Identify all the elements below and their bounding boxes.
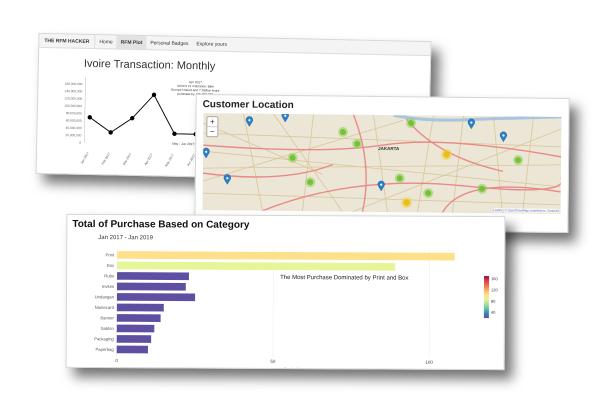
category-label: Box	[107, 263, 115, 268]
category-chart-subtitle: Jan 2017 - Jan 2019	[98, 235, 154, 242]
location-pin-icon	[202, 147, 210, 159]
y-tick-label: 20,000,000	[65, 133, 81, 137]
y-tick-label: 140,000,000	[65, 89, 83, 93]
zoom-out-button[interactable]: −	[207, 126, 218, 137]
category-bar	[117, 261, 396, 271]
category-label: Print	[106, 252, 115, 257]
zoom-in-button[interactable]: +	[207, 117, 217, 126]
map-street	[452, 115, 464, 213]
category-label: Sablon	[101, 326, 115, 331]
zoom-control: + −	[206, 116, 219, 138]
x-tick-label: May 2017	[164, 153, 175, 167]
nav-home[interactable]: Home	[95, 35, 117, 48]
nav-brand[interactable]: THE RFM HACKER	[39, 33, 96, 49]
y-tick-label: 80,000,000	[66, 111, 82, 115]
purchase-category-card: 0 50 100 Print Box Rubs Invites Undangan Namecar…	[65, 213, 506, 371]
category-bar	[116, 314, 161, 322]
category-bar	[116, 293, 196, 302]
map-street	[202, 192, 561, 206]
x-tick-label: 100	[425, 360, 433, 365]
category-chart-title: Total of Purchase Based on Category	[72, 218, 250, 231]
y-tick-label: 100,000,000	[64, 104, 82, 108]
x-axis-label: Total of Purchasing	[284, 367, 323, 369]
map-attribution[interactable]: Leaflet | © OpenStreetMap contributors, …	[493, 208, 559, 213]
category-bar	[116, 303, 164, 312]
nav-personal-badges[interactable]: Personal Badges	[146, 36, 192, 50]
y-tick-label: 160,000,000	[65, 82, 83, 86]
category-label: Banner	[100, 315, 114, 320]
top-navbar: THE RFM HACKER Home RFM Plot Personal Ba…	[39, 33, 431, 57]
colorbar-tick-label: 40	[491, 310, 496, 315]
y-tick-label: 0	[79, 141, 81, 145]
category-bar	[117, 282, 186, 291]
map-street	[417, 115, 434, 213]
y-tick-label: 120,000,000	[64, 96, 82, 100]
colorbar	[483, 276, 490, 319]
location-pin-icon	[223, 174, 231, 185]
category-bar	[116, 335, 152, 343]
map-title: Customer Location	[202, 99, 294, 112]
y-tick-label: 60,000,000	[66, 118, 82, 122]
map-city-label: JAKARTA	[378, 146, 400, 151]
x-tick-label: 50	[270, 359, 276, 364]
map-highway	[352, 114, 367, 212]
nav-rfm-plot[interactable]: RFM Plot	[116, 35, 147, 50]
category-bar	[117, 251, 455, 261]
location-pin-icon	[281, 113, 289, 123]
category-label: Namecard	[95, 305, 115, 310]
category-bar	[117, 272, 189, 281]
nav-explore-yours[interactable]: Explore yours	[192, 37, 231, 51]
category-label: Packaging	[94, 336, 114, 341]
colorbar-tick-label: 160	[491, 276, 498, 281]
category-label: Rubs	[104, 273, 114, 278]
colorbar-tick-label: 80	[491, 299, 496, 304]
map-street	[243, 113, 263, 211]
map-street	[202, 164, 561, 169]
customer-map[interactable]: JAKARTA + − Leaflet | © OpenStreetMap co…	[202, 113, 562, 214]
customer-location-card: Customer Location JAKARTA + − Leaflet | …	[194, 94, 570, 233]
category-bar	[116, 324, 155, 333]
location-pin-icon	[499, 131, 508, 143]
location-pin-icon	[377, 180, 385, 192]
map-highway	[202, 163, 334, 178]
colorbar-tick-label: 120	[491, 287, 498, 292]
x-tick-label: Jan 2017	[80, 151, 90, 164]
x-tick-label: Feb 2017	[101, 152, 112, 166]
location-pin-icon	[467, 118, 475, 130]
map-street	[373, 114, 388, 213]
location-pin-icon	[245, 116, 253, 127]
category-label: Invites	[102, 284, 114, 289]
map-street	[493, 116, 503, 214]
x-tick-label: 0	[115, 358, 118, 363]
map-coast	[393, 113, 562, 122]
transaction-point	[172, 131, 177, 136]
y-tick-label: 40,000,000	[66, 126, 82, 130]
x-tick-label: Apr 2017	[143, 153, 153, 166]
category-label: Undangan	[95, 294, 115, 299]
category-chart-annotation: The Most Purchase Dominated by Print and…	[280, 274, 409, 282]
map-canvas[interactable]: JAKARTA	[202, 113, 562, 214]
x-tick-label: Mar 2017	[122, 152, 133, 166]
category-bar	[116, 345, 148, 354]
x-gridline	[428, 249, 431, 358]
y-axis	[83, 76, 86, 143]
category-label: Paperbag	[96, 347, 115, 352]
